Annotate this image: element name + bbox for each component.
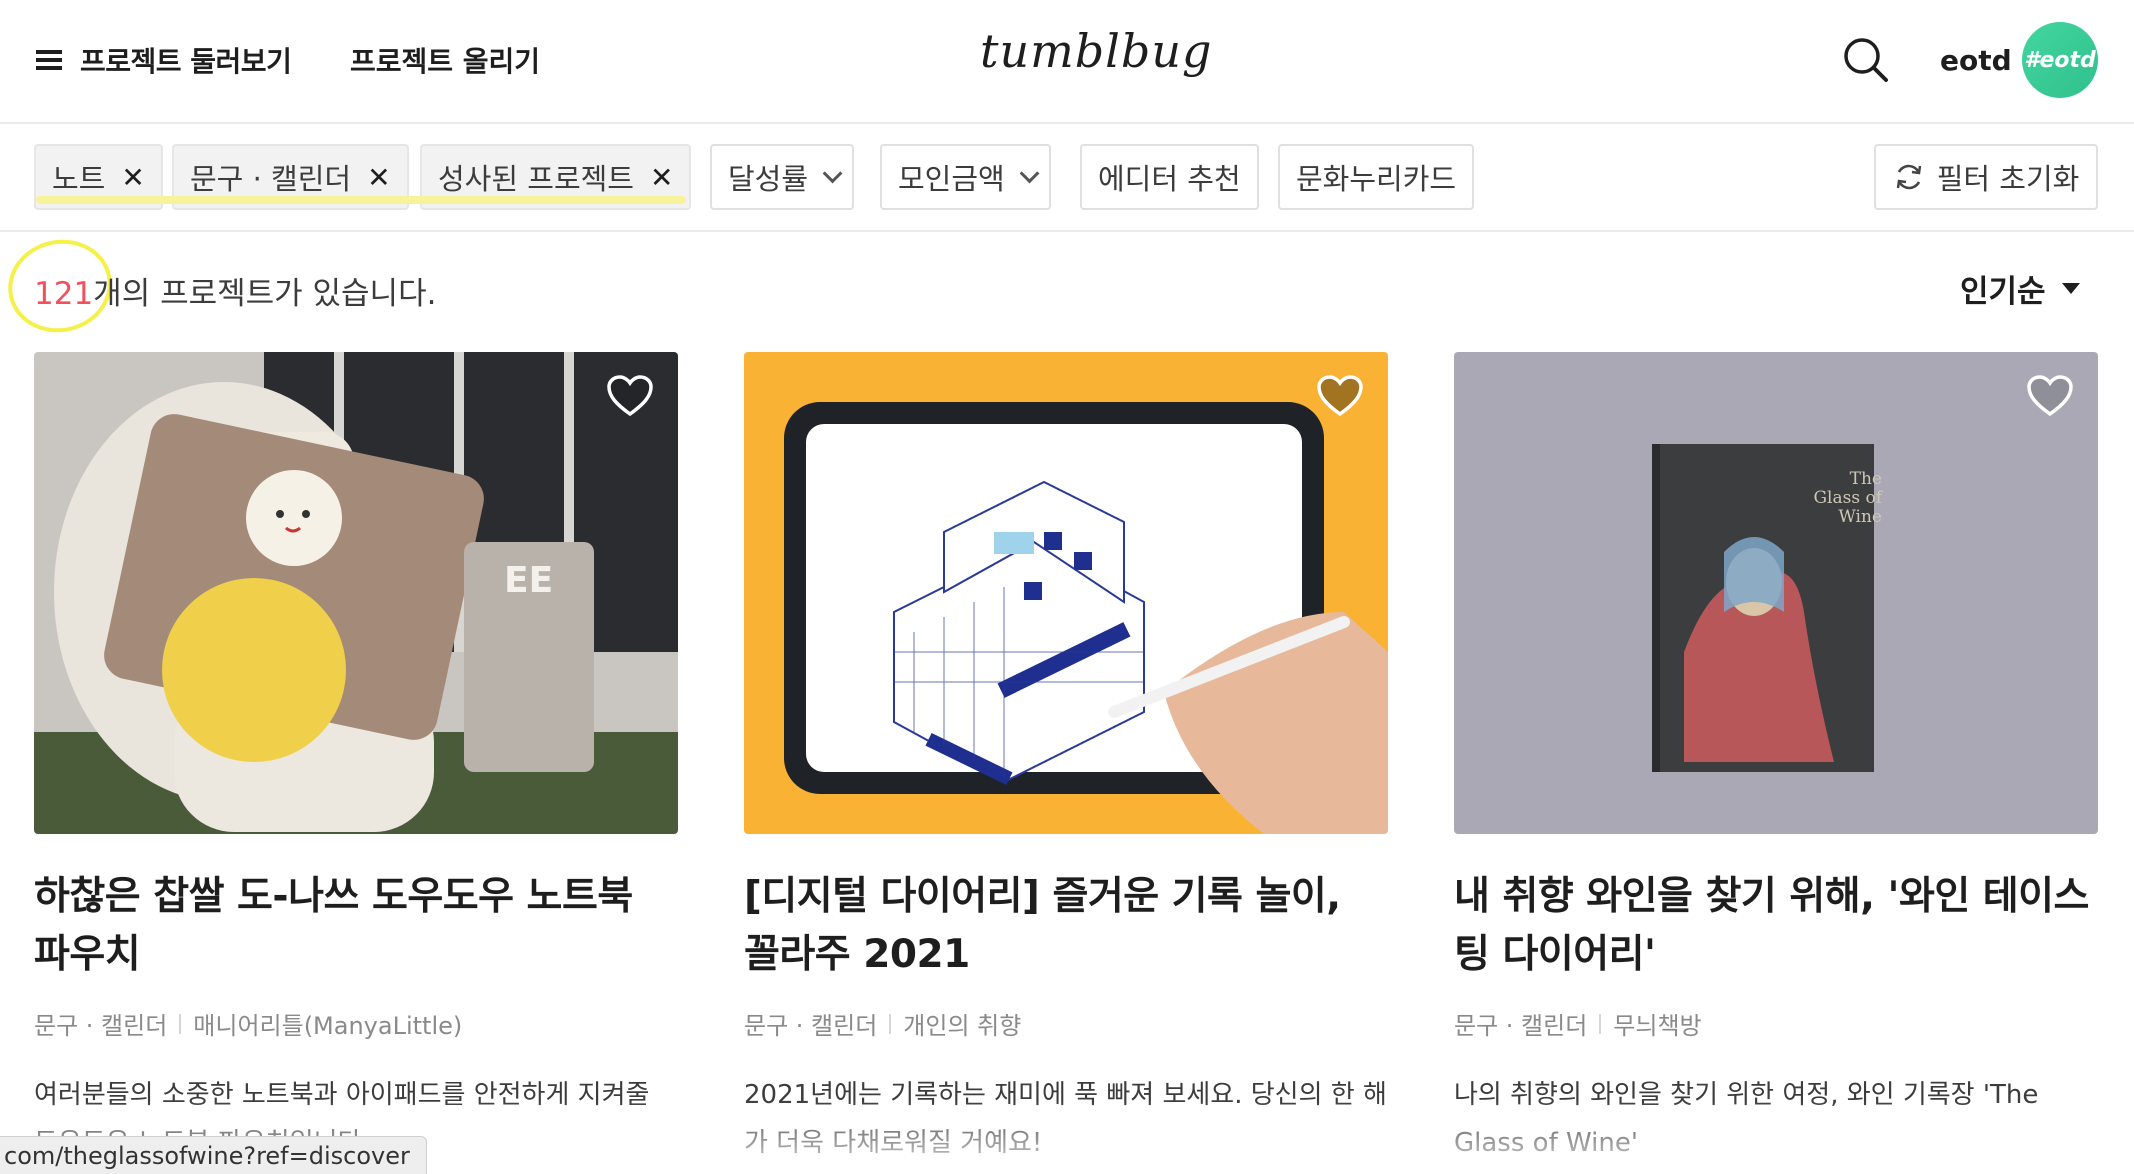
project-title[interactable]: 내 취향 와인을 찾기 위해, '와인 테이스팅 다이어리'	[1454, 868, 2098, 984]
heart-icon[interactable]	[2026, 374, 2074, 418]
close-icon[interactable]: ✕	[367, 161, 390, 194]
project-thumbnail[interactable]: The Glass of Wine	[1454, 352, 2098, 834]
filter-chip-label: 성사된 프로젝트	[438, 162, 634, 196]
user-name[interactable]: eotd	[1940, 44, 2012, 77]
chevron-down-icon	[1019, 163, 1040, 184]
project-meta: 문구 · 캘린더 무늬책방	[1454, 1006, 2098, 1041]
project-meta: 문구 · 캘린더 매니어리틀(ManyaLittle)	[34, 1006, 678, 1041]
project-creator[interactable]: 개인의 취향	[903, 1006, 1021, 1041]
meta-divider	[889, 1013, 892, 1034]
meta-divider	[1599, 1013, 1602, 1034]
project-thumbnail[interactable]	[744, 352, 1388, 834]
close-icon[interactable]: ✕	[121, 161, 144, 194]
sort-dropdown[interactable]: 인기순	[1960, 266, 2080, 311]
highlight-mark	[36, 196, 686, 204]
tablet-diary-image	[744, 352, 1388, 834]
project-category[interactable]: 문구 · 캘린더	[744, 1006, 877, 1041]
search-icon[interactable]	[1842, 36, 1890, 84]
close-icon[interactable]: ✕	[650, 161, 673, 194]
project-title[interactable]: [디지털 다이어리] 즐거운 기록 놀이, 꼴라주 2021	[744, 868, 1388, 984]
project-card[interactable]: The Glass of Wine 내 취향 와인을 찾기 위해, '와인 테이…	[1454, 352, 2098, 1167]
browse-projects-label: 프로젝트 둘러보기	[80, 45, 292, 78]
filter-editor-pick[interactable]: 에디터 추천	[1080, 144, 1259, 210]
project-thumbnail[interactable]: EE	[34, 352, 678, 834]
project-creator[interactable]: 매니어리틀(ManyaLittle)	[193, 1006, 462, 1041]
result-count-number: 121	[34, 276, 94, 312]
filter-chip-label: 에디터 추천	[1098, 162, 1241, 196]
result-count: 121개의 프로젝트가 있습니다.	[34, 268, 436, 313]
filter-chip-label: 문구 · 캘린더	[190, 162, 352, 196]
project-card[interactable]: [디지털 다이어리] 즐거운 기록 놀이, 꼴라주 2021 문구 · 캘린더 …	[744, 352, 1388, 1167]
svg-text:EE: EE	[504, 560, 553, 601]
project-category[interactable]: 문구 · 캘린더	[1454, 1006, 1587, 1041]
reset-filters-button[interactable]: 필터 초기화	[1874, 144, 2098, 210]
project-creator[interactable]: 무늬책방	[1613, 1006, 1701, 1041]
result-count-text: 개의 프로젝트가 있습니다.	[93, 276, 437, 312]
project-category[interactable]: 문구 · 캘린더	[34, 1006, 167, 1041]
status-bar-url: com/theglassofwine?ref=discover	[0, 1136, 427, 1174]
caret-down-icon	[2061, 283, 2080, 294]
project-description: 2021년에는 기록하는 재미에 푹 빠져 보세요. 당신의 한 해가 더욱 다…	[744, 1080, 1387, 1158]
filter-bar: 노트 ✕ 문구 · 캘린더 ✕ 성사된 프로젝트 ✕ 달성률 모인금액 에디터 …	[0, 126, 2134, 232]
sort-label: 인기순	[1960, 274, 2046, 310]
refresh-icon	[1896, 164, 1921, 190]
project-meta: 문구 · 캘린더 개인의 취향	[744, 1006, 1388, 1041]
project-card[interactable]: EE 하찮은 찹쌀 도-나쓰 도우도우 노트북 파우치 문구 · 캘린더 매니어…	[34, 352, 678, 1167]
heart-icon[interactable]	[1316, 374, 1364, 418]
chevron-down-icon	[822, 163, 843, 184]
hamburger-icon	[36, 50, 62, 70]
pouch-photo: EE	[34, 352, 678, 834]
filter-chip-label: 문화누리카드	[1296, 162, 1457, 196]
heart-icon[interactable]	[606, 374, 654, 418]
browse-projects-menu[interactable]: 프로젝트 둘러보기	[36, 40, 292, 80]
meta-divider	[179, 1013, 182, 1034]
filter-achievement-dropdown[interactable]: 달성률	[710, 144, 855, 210]
filter-culture-card[interactable]: 문화누리카드	[1278, 144, 1475, 210]
wine-book-image	[1454, 352, 2098, 834]
project-description: 나의 취향의 와인을 찾기 위한 여정, 와인 기록장 'The Glass o…	[1454, 1080, 2039, 1158]
top-header: 프로젝트 둘러보기 프로젝트 올리기 tumblbug eotd #eotd	[0, 0, 2134, 124]
filter-chip-label: 노트	[52, 162, 106, 196]
avatar[interactable]: #eotd	[2022, 22, 2098, 98]
filter-chip-label: 달성률	[728, 162, 809, 196]
upload-project-link[interactable]: 프로젝트 올리기	[350, 40, 540, 80]
project-title[interactable]: 하찮은 찹쌀 도-나쓰 도우도우 노트북 파우치	[34, 868, 678, 984]
reset-filters-label: 필터 초기화	[1936, 162, 2080, 196]
book-cover-text: The Glass of Wine	[1813, 469, 1882, 527]
tumblbug-logo[interactable]: tumblbug	[980, 24, 1212, 78]
filter-amount-dropdown[interactable]: 모인금액	[880, 144, 1051, 210]
filter-chip-label: 모인금액	[898, 162, 1005, 196]
